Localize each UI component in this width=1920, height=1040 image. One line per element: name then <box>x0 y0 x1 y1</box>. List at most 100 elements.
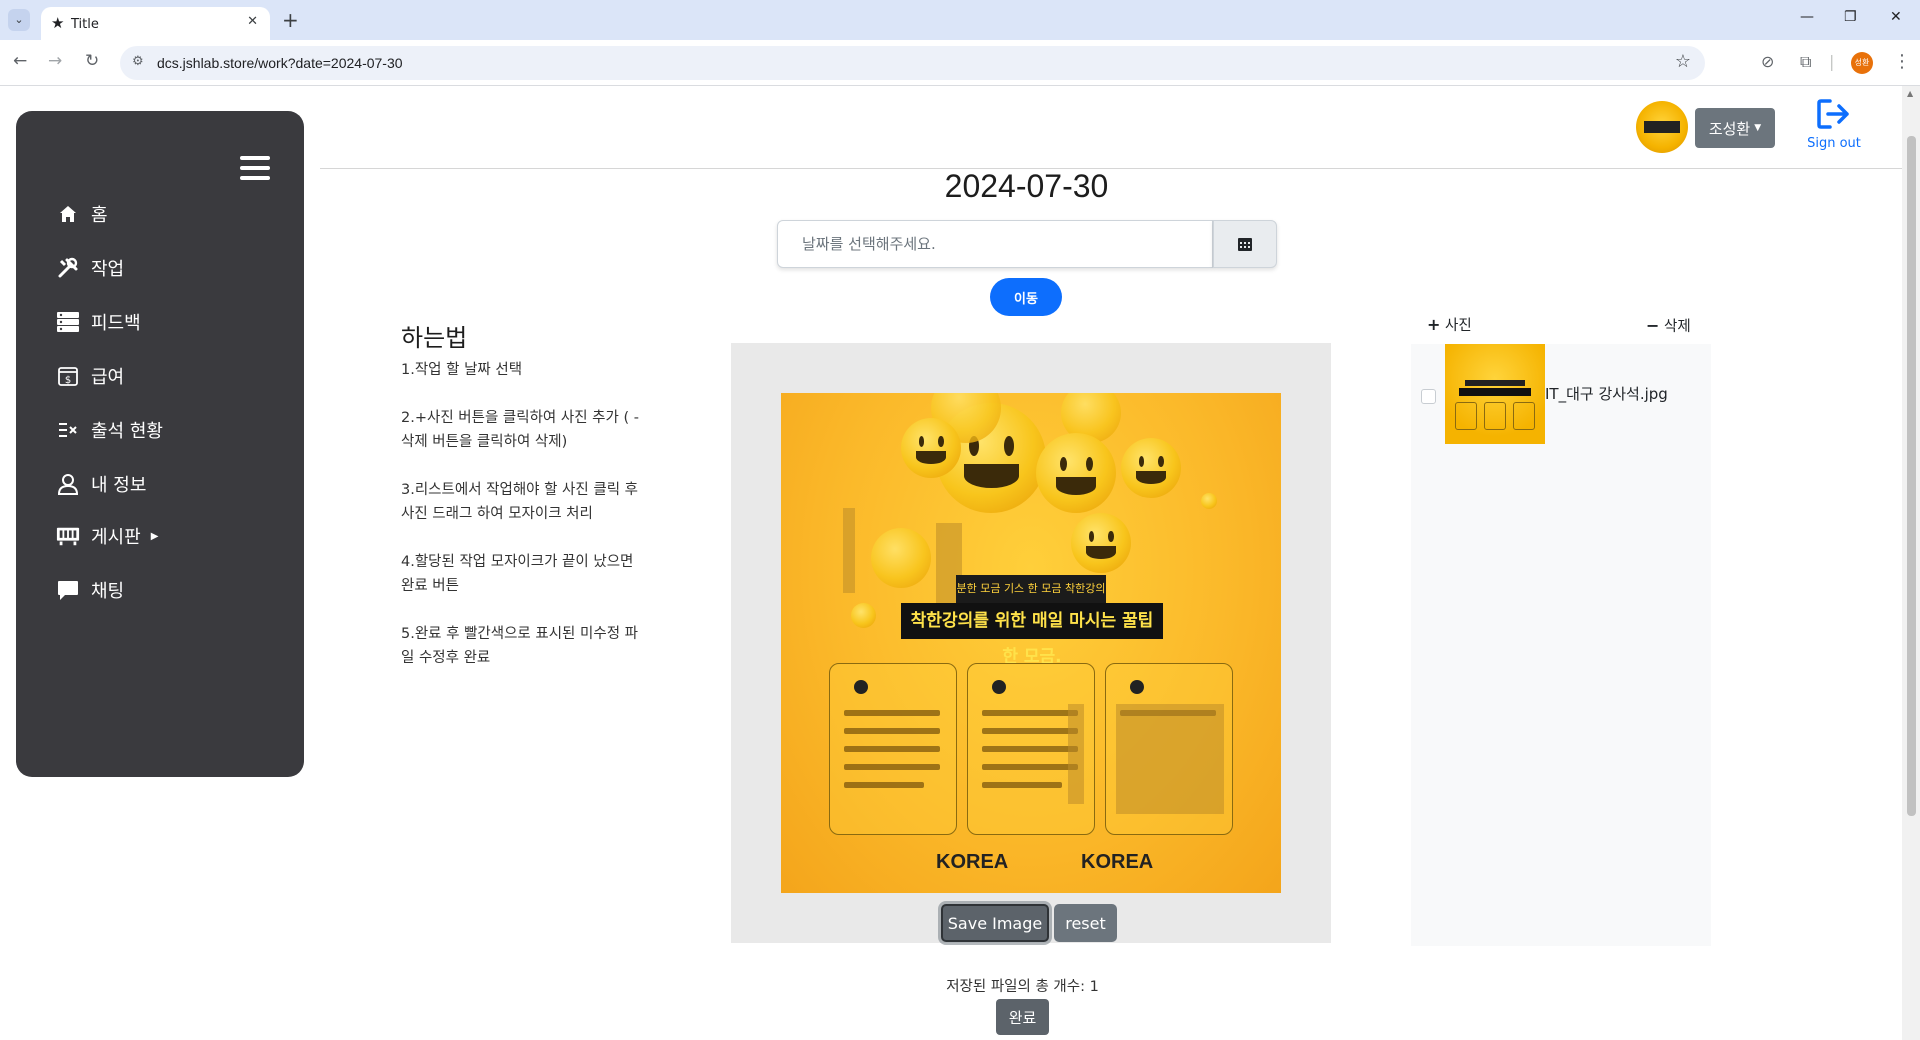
save-image-button[interactable]: Save Image <box>941 904 1049 942</box>
feedback-icon <box>56 310 80 334</box>
sidebar: 홈 작업 피드백 $ 급여 출석 현황 내 정보 게시판 ▶ 채팅 <box>16 111 304 777</box>
tab-title: Title <box>71 17 99 32</box>
date-input[interactable]: 날짜를 선택해주세요. <box>777 220 1213 268</box>
minus-icon: − <box>1646 316 1660 335</box>
address-bar: ← → ↻ ⚙ dcs.jshlab.store/work?date=2024-… <box>0 40 1920 86</box>
howto-step: 5.완료 후 빨간색으로 표시된 미수정 파일 수정후 완료 <box>401 626 638 666</box>
sign-out-icon <box>1817 99 1849 129</box>
poster-card <box>829 663 957 835</box>
page-scrollbar[interactable]: ▲ <box>1902 86 1920 1040</box>
reload-icon[interactable]: ↻ <box>85 51 99 71</box>
sidebar-item-label: 피드백 <box>91 313 141 334</box>
file-thumbnail[interactable] <box>1445 344 1545 444</box>
emoji-graphic <box>901 418 961 478</box>
sidebar-item-attendance[interactable]: 출석 현황 <box>56 416 163 444</box>
url-text: dcs.jshlab.store/work?date=2024-07-30 <box>157 55 403 71</box>
sign-out-button[interactable]: Sign out <box>1800 98 1868 151</box>
emoji-graphic <box>1121 438 1181 498</box>
salary-icon: $ <box>56 364 80 388</box>
user-icon <box>56 472 80 496</box>
howto-step: 1.작업 할 날짜 선택 <box>401 362 523 378</box>
emoji-graphic <box>1201 493 1217 509</box>
tab-search-button[interactable]: ⌄ <box>8 9 30 31</box>
bookmark-star-icon[interactable]: ☆ <box>1675 51 1691 72</box>
file-count-text: 저장된 파일의 총 개수: 1 <box>946 979 1099 995</box>
sidebar-item-feedback[interactable]: 피드백 <box>56 308 141 336</box>
browser-tab[interactable]: ★ Title ✕ <box>41 7 270 40</box>
page-title: 2024-07-30 <box>944 168 1109 204</box>
avatar[interactable] <box>1636 101 1688 153</box>
site-info-icon[interactable]: ⚙ <box>132 54 144 69</box>
howto-step: 4.할당된 작업 모자이크가 끝이 났으면 완료 버튼 <box>401 554 634 594</box>
poster-banner-big: 착한강의를 위한 매일 마시는 꿀팁 한 모금. <box>901 603 1163 667</box>
howto-title: 하는법 <box>401 324 468 352</box>
hamburger-menu-icon[interactable] <box>240 156 270 180</box>
scrollbar-thumb[interactable] <box>1907 136 1916 816</box>
poster-card <box>1105 663 1233 835</box>
close-icon[interactable]: ✕ <box>247 14 258 29</box>
chat-icon <box>56 578 80 602</box>
board-icon <box>56 524 80 548</box>
user-name: 조성환 <box>1708 119 1751 138</box>
sidebar-item-myinfo[interactable]: 내 정보 <box>56 470 146 498</box>
toolbar-divider: | <box>1829 52 1835 71</box>
poster-banner-small: 분한 모금 기스 한 모금 착한강의 캠페인 <box>956 575 1106 623</box>
poster-image[interactable]: 분한 모금 기스 한 모금 착한강의 캠페인 착한강의를 위한 매일 마시는 꿀… <box>781 393 1281 893</box>
image-editor-canvas[interactable]: 분한 모금 기스 한 모금 착한강의 캠페인 착한강의를 위한 매일 마시는 꿀… <box>731 343 1331 943</box>
close-window-icon[interactable]: ✕ <box>1890 9 1902 25</box>
emoji-graphic <box>1071 513 1131 573</box>
add-photo-label: 사진 <box>1445 318 1472 334</box>
attendance-icon <box>56 418 80 442</box>
translate-icon[interactable]: ⊘ <box>1761 52 1774 71</box>
emoji-graphic <box>1036 433 1116 513</box>
howto-step: 2.+사진 버튼을 클릭하여 사진 추가 ( -삭제 버튼을 클릭하여 삭제) <box>401 410 639 450</box>
sidebar-item-label: 출석 현황 <box>91 421 163 442</box>
profile-avatar[interactable]: 성환 <box>1851 52 1873 74</box>
sidebar-item-label: 급여 <box>91 367 125 388</box>
emoji-graphic <box>871 528 931 588</box>
browser-tab-bar: ⌄ ★ Title ✕ + — ❐ ✕ <box>0 0 1920 40</box>
sidebar-item-chat[interactable]: 채팅 <box>56 576 124 604</box>
browser-menu-icon[interactable]: ⋮ <box>1893 51 1911 72</box>
sidebar-item-home[interactable]: 홈 <box>56 200 108 228</box>
caret-right-icon: ▶ <box>150 530 159 542</box>
emoji-graphic <box>851 603 876 628</box>
sidebar-item-label: 게시판 <box>91 527 141 548</box>
go-button[interactable]: 이동 <box>990 278 1062 316</box>
restore-icon[interactable]: ❐ <box>1844 9 1857 25</box>
sign-out-label: Sign out <box>1807 136 1861 151</box>
sidebar-item-board[interactable]: 게시판 ▶ <box>56 522 158 550</box>
extensions-icon[interactable]: ⧉ <box>1800 52 1811 72</box>
svg-text:$: $ <box>65 375 71 386</box>
sidebar-item-label: 내 정보 <box>91 475 147 496</box>
file-list: IT_대구 강사석.jpg <box>1411 344 1711 946</box>
poster-logo-left: KOREA <box>936 851 1009 873</box>
star-icon: ★ <box>51 14 65 32</box>
delete-photo-button[interactable]: − 삭제 <box>1646 315 1691 336</box>
back-icon[interactable]: ← <box>13 51 27 71</box>
delete-photo-label: 삭제 <box>1664 319 1691 335</box>
calendar-icon <box>1238 238 1252 251</box>
tools-icon <box>56 256 80 280</box>
sidebar-item-label: 작업 <box>91 259 125 280</box>
file-name[interactable]: IT_대구 강사석.jpg <box>1545 383 1668 404</box>
forward-icon[interactable]: → <box>48 51 62 71</box>
url-field[interactable]: ⚙ dcs.jshlab.store/work?date=2024-07-30 … <box>120 46 1705 80</box>
new-tab-button[interactable]: + <box>282 8 299 32</box>
complete-button[interactable]: 완료 <box>996 999 1049 1035</box>
file-checkbox[interactable] <box>1421 389 1436 404</box>
sidebar-item-salary[interactable]: $ 급여 <box>56 362 124 390</box>
minimize-icon[interactable]: — <box>1800 9 1814 25</box>
home-icon <box>56 202 80 226</box>
reset-button[interactable]: reset <box>1054 904 1117 942</box>
scroll-up-icon[interactable]: ▲ <box>1907 89 1913 98</box>
chevron-down-icon: ▼ <box>1754 123 1762 133</box>
calendar-button[interactable] <box>1213 220 1277 268</box>
poster-logo-right: KOREA <box>1081 851 1154 873</box>
sidebar-item-work[interactable]: 작업 <box>56 254 124 282</box>
sidebar-item-label: 채팅 <box>91 581 125 602</box>
mosaic-region <box>843 508 855 593</box>
plus-icon: + <box>1427 315 1441 334</box>
add-photo-button[interactable]: + 사진 <box>1427 314 1472 335</box>
user-dropdown-button[interactable]: 조성환 ▼ <box>1695 108 1775 148</box>
